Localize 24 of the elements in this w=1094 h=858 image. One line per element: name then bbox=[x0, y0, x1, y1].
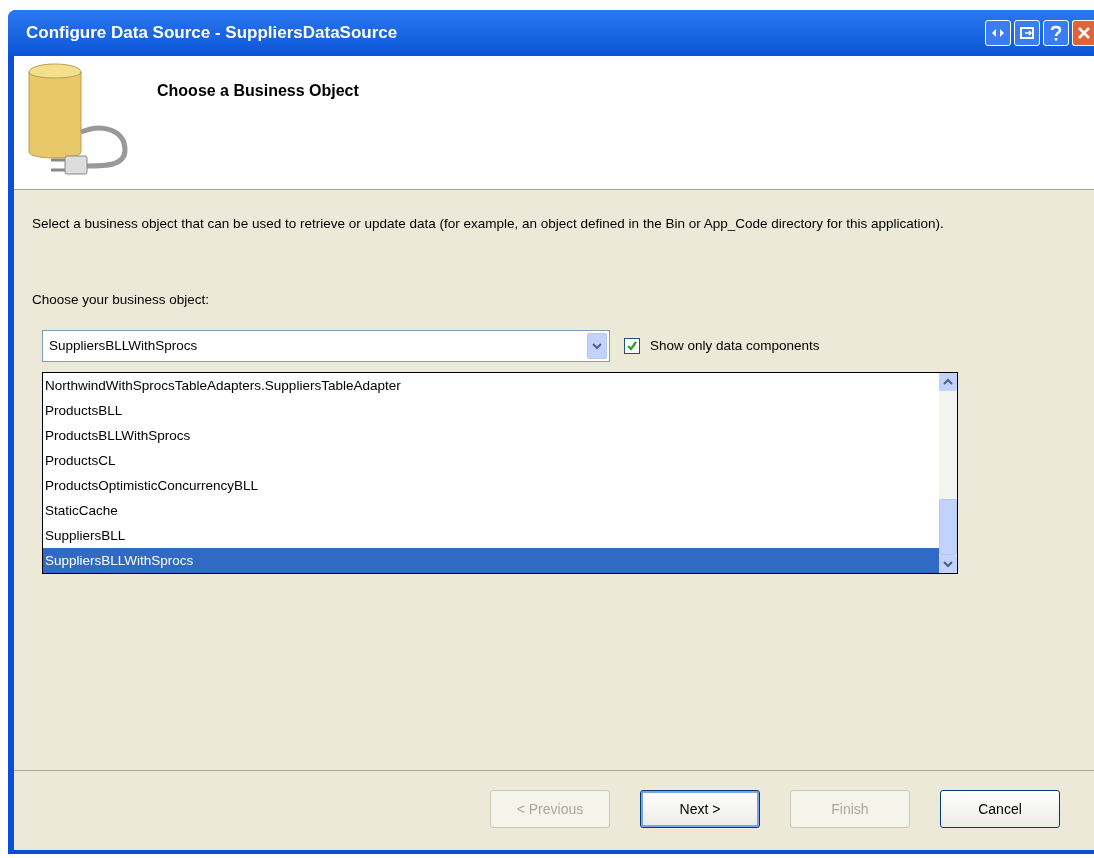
scroll-thumb[interactable] bbox=[939, 499, 957, 556]
list-item[interactable]: ProductsOptimisticConcurrencyBLL bbox=[43, 473, 939, 499]
scroll-up-icon[interactable] bbox=[939, 373, 957, 392]
window-icon[interactable] bbox=[1014, 20, 1040, 46]
checkbox[interactable] bbox=[624, 338, 640, 355]
business-object-dropdown[interactable]: SuppliersBLLWithSprocs bbox=[42, 330, 610, 363]
description-text: Select a business object that can be used to retrieve or update data (for example, an object defined in the Bin or App_Code directory for this application). bbox=[32, 215, 945, 233]
window-title: Configure Data Source - SuppliersDataSource bbox=[26, 22, 398, 45]
checkbox-label: Show only data components bbox=[650, 337, 820, 356]
list-item[interactable]: SuppliersBLL bbox=[43, 523, 939, 549]
list-item[interactable]: NorthwindWithSprocsTableAdapters.SuppliersTableAdapter bbox=[43, 373, 939, 399]
field-label: Choose your business object: bbox=[32, 291, 211, 309]
scrollbar[interactable] bbox=[939, 373, 957, 574]
scroll-down-icon[interactable] bbox=[939, 555, 957, 574]
help-icon[interactable] bbox=[1043, 20, 1069, 46]
list-item[interactable]: ProductsBLLWithSprocs bbox=[43, 423, 939, 449]
list-item[interactable]: ProductsBLL bbox=[43, 398, 939, 424]
wizard-button[interactable]: Cancel bbox=[940, 790, 1060, 828]
page-heading: Choose a Business Object bbox=[157, 81, 359, 101]
list-item[interactable]: ProductsCL bbox=[43, 448, 939, 474]
wizard-button[interactable]: Next > bbox=[640, 790, 760, 828]
close-icon[interactable] bbox=[1072, 20, 1094, 46]
list-item[interactable]: StaticCache bbox=[43, 498, 939, 524]
list-item[interactable]: SuppliersBLLWithSprocs bbox=[43, 548, 939, 574]
